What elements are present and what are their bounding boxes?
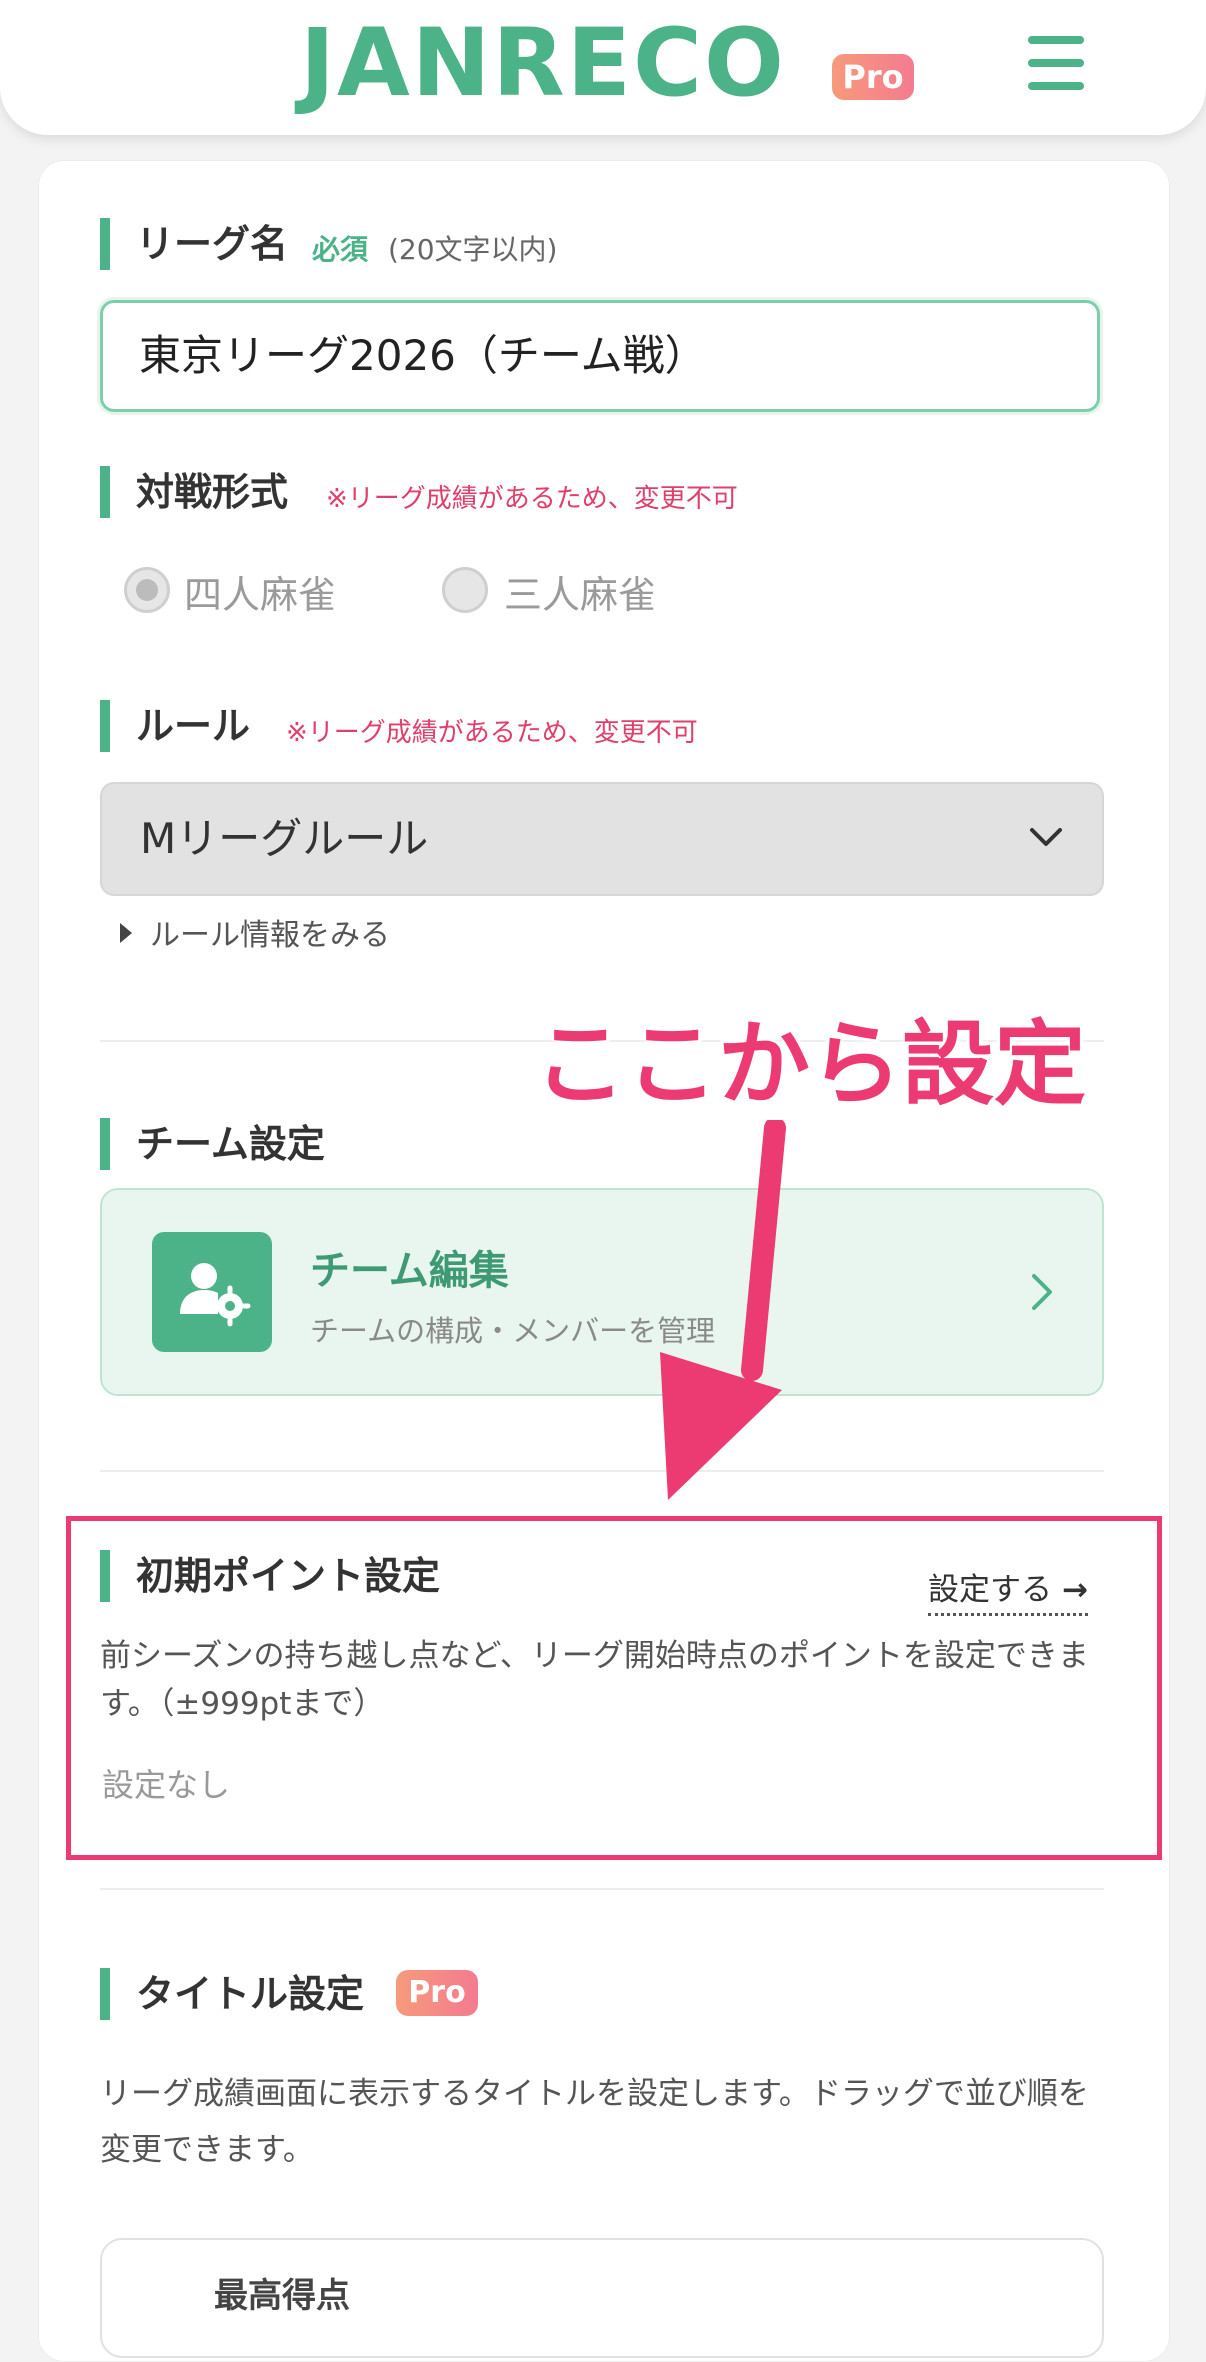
user-gear-icon: [152, 1232, 272, 1352]
required-badge: 必須: [312, 233, 369, 266]
divider: [100, 1470, 1104, 1472]
hamburger-menu-icon[interactable]: [1028, 34, 1084, 92]
title-setting-heading: タイトル設定: [100, 1968, 364, 2020]
radio-label-three-player: 三人麻雀: [504, 573, 657, 617]
league-name-input[interactable]: 東京リーグ2026（チーム戦）: [100, 300, 1100, 412]
app-header: JANRECO Pro: [0, 0, 1206, 135]
chevron-right-icon: [1032, 1274, 1052, 1310]
app-logo[interactable]: JANRECO: [300, 8, 786, 120]
radio-label-four-player: 四人麻雀: [184, 573, 337, 617]
league-name-heading: リーグ名: [100, 218, 288, 270]
initial-points-set-link[interactable]: 設定する →: [928, 1564, 1088, 1616]
char-limit-note: (20文字以内): [388, 233, 558, 266]
set-link-label: 設定する: [928, 1572, 1052, 1608]
rule-info-label: ルール情報をみる: [150, 918, 390, 953]
match-format-heading: 対戦形式: [100, 466, 288, 518]
rule-select[interactable]: Mリーグルール: [100, 782, 1104, 896]
radio-four-player[interactable]: [124, 567, 170, 613]
rule-locked-note: ※リーグ成績があるため、変更不可: [286, 718, 698, 748]
team-edit-title: チーム編集: [310, 1248, 509, 1294]
initial-points-status: 設定なし: [102, 1766, 231, 1804]
initial-points-heading: 初期ポイント設定: [100, 1550, 440, 1602]
rule-info-toggle[interactable]: ルール情報をみる: [120, 910, 390, 954]
pro-badge: Pro: [832, 54, 914, 100]
divider: [100, 1888, 1104, 1890]
rule-heading: ルール: [100, 700, 250, 752]
arrow-right-icon: →: [1062, 1572, 1088, 1608]
caret-right-icon: [120, 923, 132, 943]
radio-three-player[interactable]: [442, 567, 488, 613]
radio-selected-dot: [136, 579, 158, 601]
annotation-text: ここから設定: [534, 1011, 1087, 1118]
match-format-locked-note: ※リーグ成績があるため、変更不可: [326, 484, 738, 514]
title-setting-description: リーグ成績画面に表示するタイトルを設定します。ドラッグで並び順を変更できます。: [100, 2076, 1089, 2168]
initial-points-description: 前シーズンの持ち越し点など、リーグ開始時点のポイントを設定できます。（±999p…: [100, 1638, 1089, 1722]
pro-badge: Pro: [396, 1970, 478, 2016]
chevron-down-icon: [1030, 828, 1062, 846]
team-heading: チーム設定: [100, 1118, 325, 1170]
annotation-arrow-icon: [660, 1120, 786, 1500]
